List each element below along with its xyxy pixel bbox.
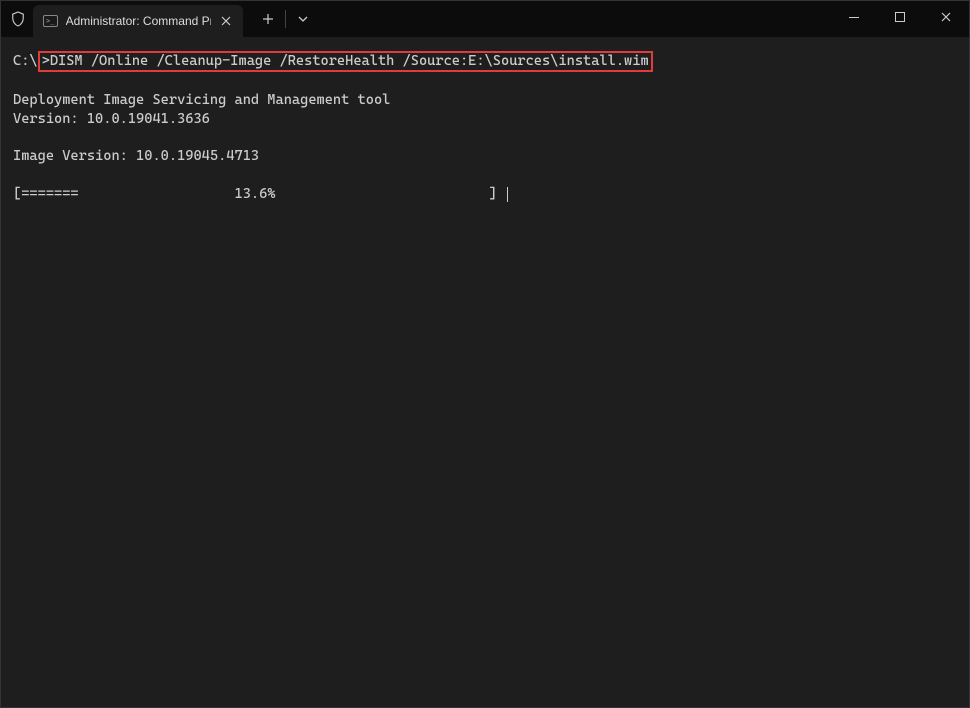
- maximize-icon: [895, 12, 905, 22]
- progress-filled: =======: [21, 186, 78, 202]
- shield-icon: [11, 11, 25, 27]
- tab-dropdown-button[interactable]: [290, 6, 316, 32]
- window-controls: [831, 1, 969, 33]
- terminal-window: >_ Administrator: Command Prom: [0, 0, 970, 708]
- tab-close-button[interactable]: [219, 13, 233, 29]
- progress-close: ]: [489, 186, 497, 202]
- cursor: [507, 187, 508, 202]
- titlebar: >_ Administrator: Command Prom: [1, 1, 969, 37]
- new-tab-button[interactable]: [255, 6, 281, 32]
- progress-percent: 13.6%: [234, 186, 275, 202]
- close-button[interactable]: [923, 1, 969, 33]
- image-version-line: Image Version: 10.0.19045.4713: [13, 148, 259, 164]
- minimize-icon: [849, 17, 859, 18]
- prompt-prefix: C:\: [13, 53, 38, 69]
- minimize-button[interactable]: [831, 1, 877, 33]
- cmd-icon: >_: [43, 15, 58, 27]
- maximize-button[interactable]: [877, 1, 923, 33]
- version-line: Version: 10.0.19041.3636: [13, 111, 210, 127]
- tab-title: Administrator: Command Prom: [66, 14, 211, 28]
- close-icon: [941, 12, 951, 22]
- terminal-output[interactable]: C:\>DISM /Online /Cleanup-Image /Restore…: [1, 37, 969, 707]
- divider: [285, 10, 286, 28]
- progress-space-after: [276, 186, 489, 202]
- tab-active[interactable]: >_ Administrator: Command Prom: [33, 5, 243, 37]
- tool-name-line: Deployment Image Servicing and Managemen…: [13, 92, 390, 108]
- prompt-symbol: >: [42, 53, 50, 69]
- progress-open: [: [13, 186, 21, 202]
- tab-actions: [255, 6, 316, 32]
- command-text: DISM /Online /Cleanup-Image /RestoreHeal…: [50, 53, 649, 69]
- command-highlight: >DISM /Online /Cleanup-Image /RestoreHea…: [38, 51, 653, 72]
- progress-space-before: [79, 186, 235, 202]
